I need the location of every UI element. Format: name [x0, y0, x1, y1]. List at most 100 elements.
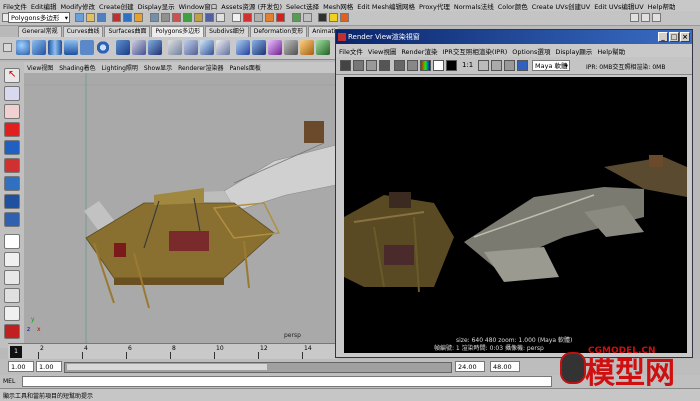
menu-item-0[interactable]: File文件: [3, 1, 27, 11]
time-slider[interactable]: 1 2 4 6 8 10 12 14: [8, 343, 338, 360]
select-by-hierarchy-icon[interactable]: [112, 13, 121, 22]
menu-item-6[interactable]: Assets资源 (开发包): [221, 1, 282, 11]
mask-deformations-icon[interactable]: [194, 13, 203, 22]
redo-render-icon[interactable]: [340, 60, 351, 71]
poly-cylinder-icon[interactable]: [48, 40, 62, 55]
render-canvas[interactable]: size: 640 480 zoom: 1.000 (Maya 軟體) 幀編號:…: [344, 77, 687, 353]
mask-handles-icon[interactable]: [150, 13, 159, 22]
display-alpha-icon[interactable]: [433, 60, 444, 71]
range-slider-handle[interactable]: [67, 364, 267, 370]
graph-editor-layout-icon[interactable]: [4, 288, 20, 303]
render-settings-icon[interactable]: [340, 13, 349, 22]
shelf-tab-0[interactable]: General常规: [18, 26, 62, 37]
current-frame-marker[interactable]: 1: [10, 346, 22, 358]
single-perspective-layout-icon[interactable]: [4, 234, 20, 249]
menu-item-4[interactable]: Display显示: [138, 1, 175, 11]
menu-item-7[interactable]: Select选择: [286, 1, 319, 11]
close-button[interactable]: ×: [680, 32, 690, 42]
bridge-icon[interactable]: [184, 40, 198, 55]
shelf-tab-3[interactable]: Polygons多边形: [151, 26, 205, 37]
maximize-button[interactable]: □: [669, 32, 679, 42]
render-menu-item-1[interactable]: View視圖: [368, 46, 396, 56]
menu-item-10[interactable]: Proxy代理: [419, 1, 450, 11]
render-globals-icon[interactable]: [517, 60, 528, 71]
show-manipulator-icon[interactable]: [4, 212, 20, 227]
rotate-tool-icon[interactable]: [4, 140, 20, 155]
display-rgb-icon[interactable]: [420, 60, 431, 71]
save-scene-icon[interactable]: [97, 13, 106, 22]
render-settings-icon[interactable]: [491, 60, 502, 71]
playback-start-field[interactable]: 1.00: [36, 361, 62, 372]
snap-to-point-icon[interactable]: [254, 13, 263, 22]
command-input[interactable]: [22, 376, 552, 387]
sculpt-icon[interactable]: [300, 40, 314, 55]
shelf-tab-1[interactable]: Curves曲线: [62, 26, 104, 37]
render-view-title-bar[interactable]: Render View渲染視窗 _ □ ×: [336, 30, 692, 44]
make-live-icon[interactable]: [276, 13, 285, 22]
open-scene-icon[interactable]: [86, 13, 95, 22]
menu-item-13[interactable]: Create UVs创建UV: [532, 1, 590, 11]
render-menu-item-5[interactable]: Display顯示: [555, 46, 592, 56]
new-scene-icon[interactable]: [75, 13, 84, 22]
start-time-field[interactable]: 1.00: [8, 361, 34, 372]
menu-item-14[interactable]: Edit UVs编辑UV: [594, 1, 643, 11]
universal-manipulator-icon[interactable]: [4, 176, 20, 191]
select-by-object-icon[interactable]: [123, 13, 132, 22]
render-menu-item-4[interactable]: Options選項: [512, 46, 550, 56]
ratio-label[interactable]: 1:1: [462, 61, 473, 69]
poly-cube-icon[interactable]: [32, 40, 46, 55]
uv-editor-icon[interactable]: [268, 40, 282, 55]
minimize-button[interactable]: _: [658, 32, 668, 42]
input-output-icon[interactable]: [292, 13, 301, 22]
snapshot-icon[interactable]: [394, 60, 405, 71]
append-polygon-icon[interactable]: [200, 40, 214, 55]
menu-item-3[interactable]: Create创建: [99, 1, 134, 11]
mask-joints-icon[interactable]: [161, 13, 170, 22]
render-menu-item-3[interactable]: IPR交互照相渲染(IPR): [442, 46, 507, 56]
soft-modification-icon[interactable]: [4, 194, 20, 209]
move-tool-icon[interactable]: [4, 122, 20, 137]
menu-item-1[interactable]: Edit编辑: [31, 1, 57, 11]
display-real-size-icon[interactable]: [446, 60, 457, 71]
menu-item-11[interactable]: Normals法线: [454, 1, 494, 11]
attribute-editor-icon[interactable]: [630, 13, 639, 22]
snap-to-view-icon[interactable]: [265, 13, 274, 22]
lasso-tool-icon[interactable]: [4, 86, 20, 101]
ipr-render-icon[interactable]: [329, 13, 338, 22]
ipr-render-icon[interactable]: [353, 60, 364, 71]
shelf-menu-icon[interactable]: [3, 43, 12, 52]
shelf-tab-6[interactable]: Animation动画: [308, 26, 338, 37]
perspective-outliner-layout-icon[interactable]: [4, 270, 20, 285]
bevel-icon[interactable]: [236, 40, 250, 55]
channel-box-icon[interactable]: [652, 13, 661, 22]
scale-tool-icon[interactable]: [4, 158, 20, 173]
keep-image-icon[interactable]: [407, 60, 418, 71]
renderer-select[interactable]: Maya 軟體 ▾: [532, 60, 570, 71]
menu-item-15[interactable]: Help帮助: [648, 1, 676, 11]
shelf-tab-4[interactable]: Subdivs细分: [205, 26, 249, 37]
render-menu-item-0[interactable]: File文件: [339, 46, 363, 56]
separate-icon[interactable]: [132, 40, 146, 55]
menu-item-5[interactable]: Window窗口: [179, 1, 218, 11]
select-tool-icon[interactable]: ↖: [4, 68, 20, 83]
extrude-icon[interactable]: [168, 40, 182, 55]
panel-menu-item-3[interactable]: Show显示: [144, 63, 172, 72]
shelf-tab-5[interactable]: Deformation变形: [249, 26, 308, 37]
snap-to-curve-icon[interactable]: [243, 13, 252, 22]
mirror-geometry-icon[interactable]: [252, 40, 266, 55]
mask-rendering-icon[interactable]: [216, 13, 225, 22]
camera-attributes-icon[interactable]: [504, 60, 515, 71]
poly-cone-icon[interactable]: [64, 40, 78, 55]
snap-to-grid-icon[interactable]: [232, 13, 241, 22]
panel-menu-item-0[interactable]: View视图: [27, 63, 53, 72]
end-time-field[interactable]: 48.00: [490, 361, 520, 372]
smooth-icon[interactable]: [148, 40, 162, 55]
playback-end-field[interactable]: 24.00: [455, 361, 485, 372]
render-menu-item-6[interactable]: Help幫助: [597, 46, 625, 56]
menu-set-selector[interactable]: Polygons多边形 ▾: [8, 12, 70, 23]
panel-menu-item-5[interactable]: Panels面板: [230, 63, 261, 72]
mask-dynamics-icon[interactable]: [205, 13, 214, 22]
remove-image-icon[interactable]: [478, 60, 489, 71]
hypershade-layout-icon[interactable]: [4, 306, 20, 321]
combine-icon[interactable]: [116, 40, 130, 55]
